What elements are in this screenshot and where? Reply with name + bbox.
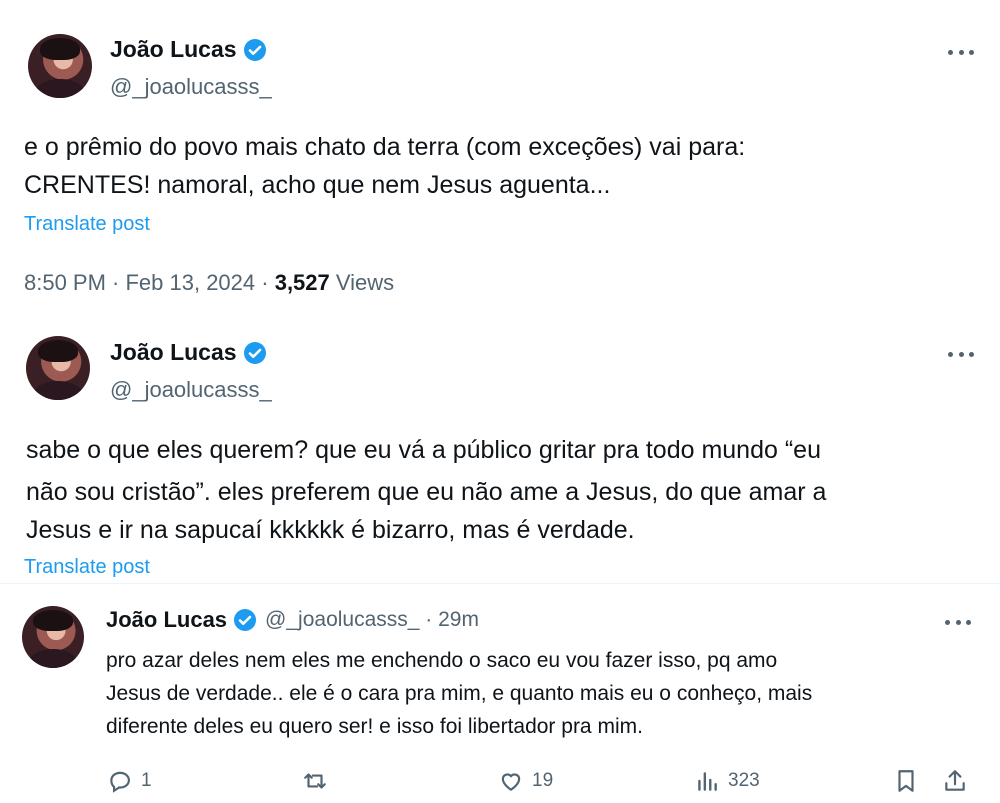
tweet-meta: 8:50 PM · Feb 13, 2024 · 3,527 Views — [24, 270, 394, 296]
author-name[interactable]: João Lucas — [110, 339, 237, 366]
repost-icon — [304, 773, 326, 789]
views-label: Views — [335, 270, 395, 295]
avatar[interactable] — [28, 34, 92, 98]
more-options-icon[interactable] — [945, 612, 971, 632]
share-icon — [945, 770, 965, 791]
heart-icon — [501, 773, 521, 791]
translate-post-link[interactable]: Translate post — [24, 213, 150, 236]
more-options-icon[interactable] — [948, 42, 974, 62]
views-button[interactable]: 323 — [694, 768, 760, 794]
timestamp[interactable]: 8:50 PM · Feb 13, 2024 · — [24, 270, 269, 295]
like-count: 19 — [532, 770, 554, 791]
verified-badge-icon — [243, 341, 266, 364]
verified-badge-icon — [234, 609, 257, 631]
verified-badge-icon — [243, 38, 266, 61]
repost-button[interactable] — [302, 768, 336, 794]
tweet-text-line: CRENTES! namoral, acho que nem Jesus agu… — [24, 171, 611, 199]
tweet-text-line: diferente deles eu quero ser! e isso foi… — [106, 715, 643, 738]
like-button[interactable]: 19 — [498, 768, 553, 794]
author-handle-time[interactable]: @_joaolucasss_ · 29m — [265, 608, 479, 632]
avatar[interactable] — [26, 336, 90, 400]
author-name[interactable]: João Lucas — [110, 36, 237, 63]
tweet-text-line: não sou cristão”. eles preferem que eu n… — [26, 478, 827, 506]
translate-post-link[interactable]: Translate post — [24, 556, 150, 579]
analytics-icon — [698, 772, 717, 791]
reply-icon — [110, 771, 130, 793]
more-options-icon[interactable] — [948, 344, 974, 364]
tweet-text-line: Jesus de verdade.. ele é o cara pra mim,… — [106, 682, 813, 705]
divider — [0, 583, 1000, 584]
view-count: 323 — [728, 770, 760, 791]
tweet-text-line: e o prêmio do povo mais chato da terra (… — [24, 133, 746, 161]
author-handle[interactable]: @_joaolucasss_ — [110, 74, 272, 100]
bookmark-button[interactable] — [893, 768, 927, 794]
views-count: 3,527 — [274, 270, 330, 295]
share-button[interactable] — [942, 768, 976, 794]
tweet-text-line: Jesus e ir na sapucaí kkkkkk é bizarro, … — [26, 516, 635, 544]
tweet-text-line: pro azar deles nem eles me enchendo o sa… — [106, 649, 778, 672]
avatar[interactable] — [22, 606, 84, 668]
author-name[interactable]: João Lucas — [106, 607, 227, 633]
tweet-text-line: sabe o que eles querem? que eu vá a públ… — [26, 436, 821, 464]
reply-count: 1 — [141, 770, 152, 791]
reply-button[interactable]: 1 — [107, 768, 152, 794]
bookmark-icon — [898, 770, 914, 792]
author-handle[interactable]: @_joaolucasss_ — [110, 377, 272, 403]
